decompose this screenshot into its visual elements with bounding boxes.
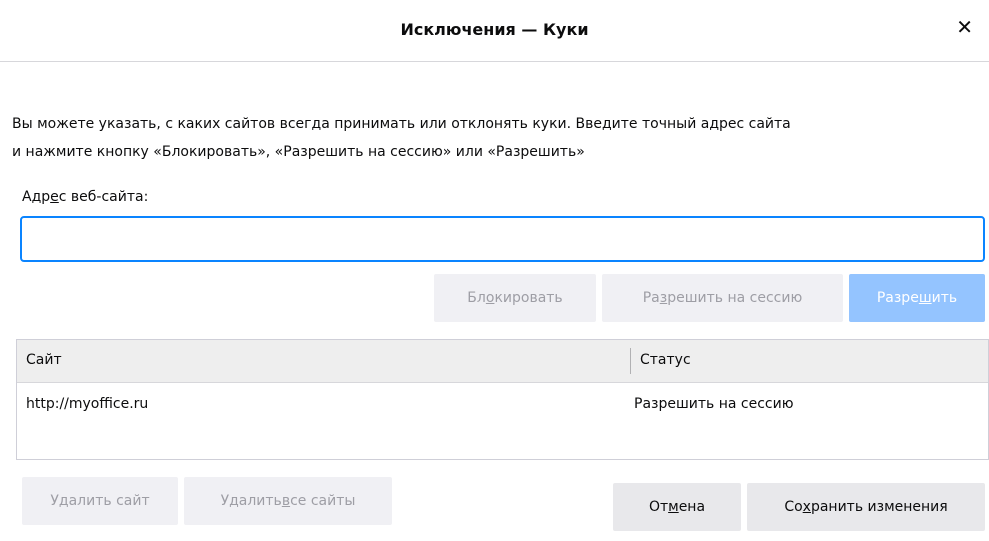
dialog-titlebar: Исключения — Куки ✕ [0, 0, 989, 62]
remove-all-sites-button[interactable]: Удалить в се сайты [184, 477, 392, 525]
remove-site-button[interactable]: Удалить сайт [22, 477, 178, 525]
exceptions-table: Сайт Статус http://myoffice.ru Разрешить… [16, 339, 989, 460]
allow-button[interactable]: Разре ш ить [849, 274, 985, 322]
dialog-description: Вы можете указать, с каких сайтов всегда… [12, 110, 972, 166]
btn-label-part: се сайты [290, 493, 356, 509]
description-line-2: и нажмите кнопку «Блокировать», «Разреши… [12, 144, 585, 160]
cell-status: Разрешить на сессию [634, 396, 794, 412]
address-label-accel: е [50, 189, 59, 205]
btn-label-part: Разре [876, 290, 919, 306]
address-label: Адрес веб-сайта: [22, 189, 148, 205]
btn-label-part: Со [784, 499, 803, 515]
description-line-1: Вы можете указать, с каких сайтов всегда… [12, 116, 791, 132]
btn-label-accel: м [668, 499, 679, 515]
btn-label-part: Бл [467, 290, 486, 306]
btn-label-part: ена [678, 499, 706, 515]
close-icon[interactable]: ✕ [956, 17, 973, 37]
column-header-site[interactable]: Сайт [26, 352, 62, 368]
btn-label-part: ранить изменения [810, 499, 948, 515]
btn-label-part: ить [931, 290, 958, 306]
address-label-part: Адр [22, 189, 51, 205]
btn-label-part: решить на сессию [667, 290, 803, 306]
address-label-part: с веб-сайта: [58, 189, 149, 205]
btn-label-part: Удалить [220, 493, 282, 509]
dialog-title: Исключения — Куки [400, 20, 589, 39]
column-separator [630, 348, 631, 374]
block-button[interactable]: Бл о кировать [434, 274, 596, 322]
allow-session-button[interactable]: Ра з решить на сессию [602, 274, 843, 322]
cancel-button[interactable]: От м ена [613, 483, 741, 531]
btn-label-part: Ра [642, 290, 660, 306]
btn-label-part: От [648, 499, 669, 515]
table-header: Сайт Статус [17, 340, 988, 383]
btn-label-accel: з [659, 290, 668, 306]
address-input[interactable] [20, 216, 985, 262]
btn-label-part: кировать [494, 290, 563, 306]
btn-label-accel: в [281, 493, 291, 509]
btn-label-accel: х [802, 499, 811, 515]
btn-label-accel: ш [918, 290, 932, 306]
cell-site: http://myoffice.ru [26, 396, 149, 412]
save-changes-button[interactable]: Со х ранить изменения [747, 483, 985, 531]
table-row[interactable]: http://myoffice.ru Разрешить на сессию [17, 384, 988, 424]
column-header-status[interactable]: Статус [640, 352, 691, 368]
btn-label-accel: о [485, 290, 495, 306]
